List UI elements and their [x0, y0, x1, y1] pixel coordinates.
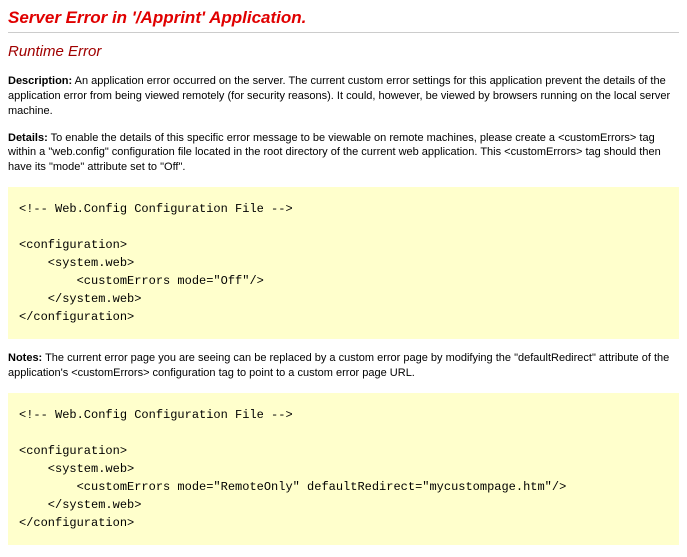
notes-label: Notes:: [8, 352, 42, 364]
code-block-remoteonly: <!-- Web.Config Configuration File --> <…: [8, 393, 679, 545]
notes-paragraph: Notes: The current error page you are se…: [8, 351, 679, 381]
divider: [8, 32, 679, 33]
notes-text: The current error page you are seeing ca…: [8, 352, 669, 379]
details-label: Details:: [8, 132, 48, 144]
description-label: Description:: [8, 75, 72, 87]
code-block-off: <!-- Web.Config Configuration File --> <…: [8, 187, 679, 339]
description-paragraph: Description: An application error occurr…: [8, 74, 679, 119]
error-type-heading: Runtime Error: [8, 43, 679, 60]
page-title: Server Error in '/Apprint' Application.: [8, 8, 679, 28]
details-text: To enable the details of this specific e…: [8, 132, 661, 174]
description-text: An application error occurred on the ser…: [8, 75, 670, 117]
details-paragraph: Details: To enable the details of this s…: [8, 131, 679, 176]
